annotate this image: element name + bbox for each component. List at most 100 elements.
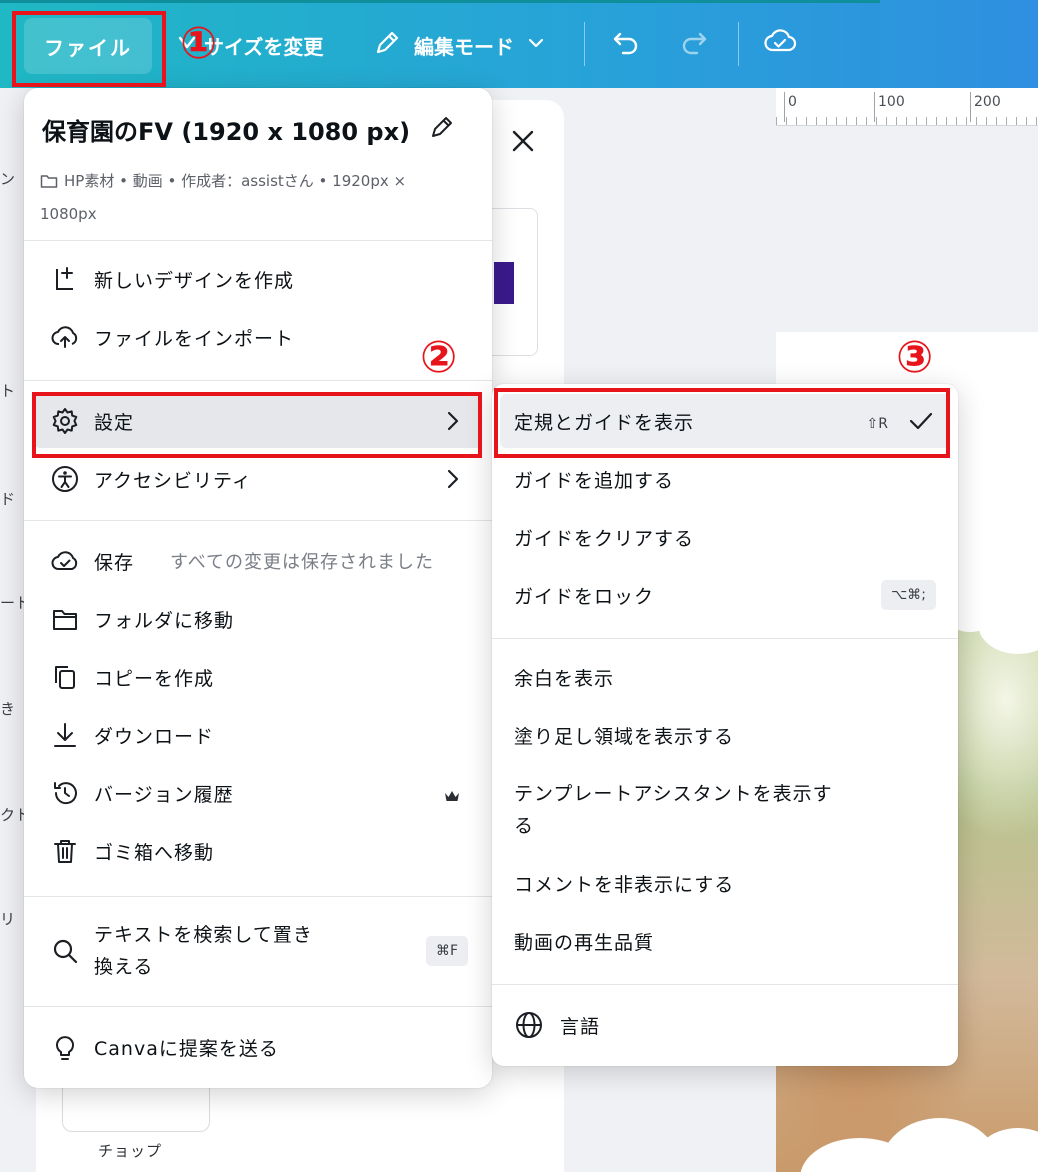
annotation-step1: ① — [180, 18, 218, 69]
clear-guides-item[interactable]: ガイドをクリアする — [500, 510, 950, 564]
design-meta-text: HP素材 • 動画 • 作成者：assistさん • 1920px × 1080… — [40, 172, 407, 223]
cloud-check-icon — [763, 25, 797, 63]
show-bleed-label: 塗り足し領域を表示する — [514, 725, 735, 748]
design-title-text: 保育園のFV (1920 x 1080 px) — [42, 118, 411, 146]
toolbar-divider — [584, 22, 585, 66]
redo-button[interactable] — [676, 26, 712, 62]
copy-icon — [50, 662, 80, 692]
show-margins-item[interactable]: 余白を表示 — [500, 650, 950, 704]
history-icon — [50, 778, 80, 808]
edit-mode-dropdown[interactable]: 編集モード — [372, 26, 546, 64]
lock-guides-item[interactable]: ガイドをロック ⌥⌘; — [500, 568, 950, 622]
close-icon — [506, 130, 540, 162]
make-copy-label: コピーを作成 — [94, 667, 215, 690]
show-margins-label: 余白を表示 — [514, 667, 615, 690]
element-thumbnail[interactable] — [62, 1086, 210, 1132]
ruler-label: 0 — [788, 94, 797, 110]
show-template-assistant-item[interactable]: テンプレートアシスタントを表示する — [500, 776, 950, 850]
hide-comments-item[interactable]: コメントを非表示にする — [500, 856, 950, 910]
download-icon — [50, 720, 80, 750]
menu-divider — [24, 896, 492, 897]
edit-title-icon[interactable] — [428, 113, 456, 147]
edit-mode-label: 編集モード — [414, 34, 514, 59]
video-quality-item[interactable]: 動画の再生品質 — [500, 914, 950, 968]
element-thumbnail-label: チョップ — [98, 1142, 163, 1160]
import-file-label: ファイルをインポート — [94, 327, 295, 350]
save-item[interactable]: 保存 すべての変更は保存されました — [34, 534, 482, 588]
move-folder-label: フォルダに移動 — [94, 609, 235, 632]
find-replace-label: テキストを検索して置き換える — [94, 924, 313, 978]
side-tab-label[interactable]: き — [0, 698, 15, 719]
side-tab-label[interactable]: リ — [0, 908, 15, 929]
side-tab-label[interactable]: ン — [0, 168, 15, 189]
accessibility-label: アクセシビリティ — [94, 469, 252, 492]
find-replace-shortcut: ⌘F — [425, 936, 468, 966]
menu-divider — [24, 1006, 492, 1007]
version-history-label: バージョン履歴 — [94, 783, 234, 806]
ruler-label: 100 — [878, 94, 905, 110]
new-design-icon — [50, 264, 80, 294]
video-quality-label: 動画の再生品質 — [514, 931, 655, 954]
annotation-box-step2 — [32, 392, 482, 458]
side-tab-label[interactable]: ド — [0, 488, 15, 509]
annotation-box-step3 — [494, 388, 950, 458]
trash-item[interactable]: ゴミ箱へ移動 — [34, 824, 482, 878]
ruler-minor-ticks — [776, 117, 1038, 125]
side-tab-label[interactable]: ト — [0, 380, 15, 401]
thumbnail-preview — [494, 262, 514, 304]
crown-icon — [444, 786, 460, 808]
menu-divider — [492, 984, 958, 985]
undo-button[interactable] — [608, 26, 644, 62]
version-history-item[interactable]: バージョン履歴 — [34, 766, 482, 820]
toolbar-divider — [738, 22, 739, 66]
hide-comments-label: コメントを非表示にする — [514, 873, 735, 896]
menu-divider — [24, 520, 492, 521]
annotation-step3: ③ — [896, 332, 934, 383]
chevron-down-icon — [526, 33, 546, 58]
make-copy-item[interactable]: コピーを作成 — [34, 650, 482, 704]
save-status-button[interactable] — [762, 26, 798, 62]
add-guide-item[interactable]: ガイドを追加する — [500, 452, 950, 506]
menu-divider — [24, 240, 492, 241]
new-design-label: 新しいデザインを作成 — [94, 269, 295, 292]
close-panel-button[interactable] — [506, 124, 540, 158]
lock-guides-shortcut: ⌥⌘; — [881, 580, 936, 610]
file-menu: 保育園のFV (1920 x 1080 px) HP素材 • 動画 • 作成者：… — [24, 88, 492, 1088]
redo-icon — [678, 26, 710, 62]
resize-label: サイズを変更 — [204, 34, 324, 59]
language-item[interactable]: 言語 — [500, 998, 950, 1052]
lock-guides-label: ガイドをロック — [514, 585, 655, 608]
save-status-text: すべての変更は保存されました — [170, 552, 435, 573]
show-bleed-item[interactable]: 塗り足し領域を表示する — [500, 708, 950, 762]
ruler-label: 200 — [974, 94, 1001, 110]
search-icon — [50, 936, 80, 966]
import-file-item[interactable]: ファイルをインポート — [34, 310, 482, 364]
accessibility-item[interactable]: アクセシビリティ — [34, 452, 482, 506]
globe-icon — [514, 1010, 544, 1040]
trash-icon — [50, 836, 80, 866]
folder-icon — [50, 604, 80, 634]
undo-icon — [610, 26, 642, 62]
design-title[interactable]: 保育園のFV (1920 x 1080 px) — [42, 112, 456, 147]
save-label: 保存 — [94, 551, 135, 574]
language-label: 言語 — [560, 1015, 601, 1038]
horizontal-ruler[interactable]: 0 100 200 — [776, 88, 1038, 126]
cloud-check-icon — [50, 546, 80, 576]
pencil-icon — [372, 28, 402, 63]
find-replace-item[interactable]: テキストを検索して置き換える ⌘F — [34, 916, 482, 986]
folder-icon — [40, 169, 58, 199]
accessibility-icon — [50, 464, 80, 494]
feedback-item[interactable]: Canvaに提案を送る — [34, 1020, 482, 1074]
menu-divider — [492, 638, 958, 639]
annotation-box-step1 — [12, 11, 166, 87]
cloud-upload-icon — [50, 322, 80, 352]
show-template-assistant-label: テンプレートアシスタントを表示する — [514, 783, 833, 837]
download-item[interactable]: ダウンロード — [34, 708, 482, 762]
move-folder-item[interactable]: フォルダに移動 — [34, 592, 482, 646]
annotation-step2: ② — [420, 332, 458, 383]
new-design-item[interactable]: 新しいデザインを作成 — [34, 252, 482, 306]
lightbulb-icon — [50, 1032, 80, 1062]
download-label: ダウンロード — [94, 725, 215, 748]
trash-label: ゴミ箱へ移動 — [94, 841, 215, 864]
design-meta: HP素材 • 動画 • 作成者：assistさん • 1920px × 1080… — [40, 166, 460, 229]
